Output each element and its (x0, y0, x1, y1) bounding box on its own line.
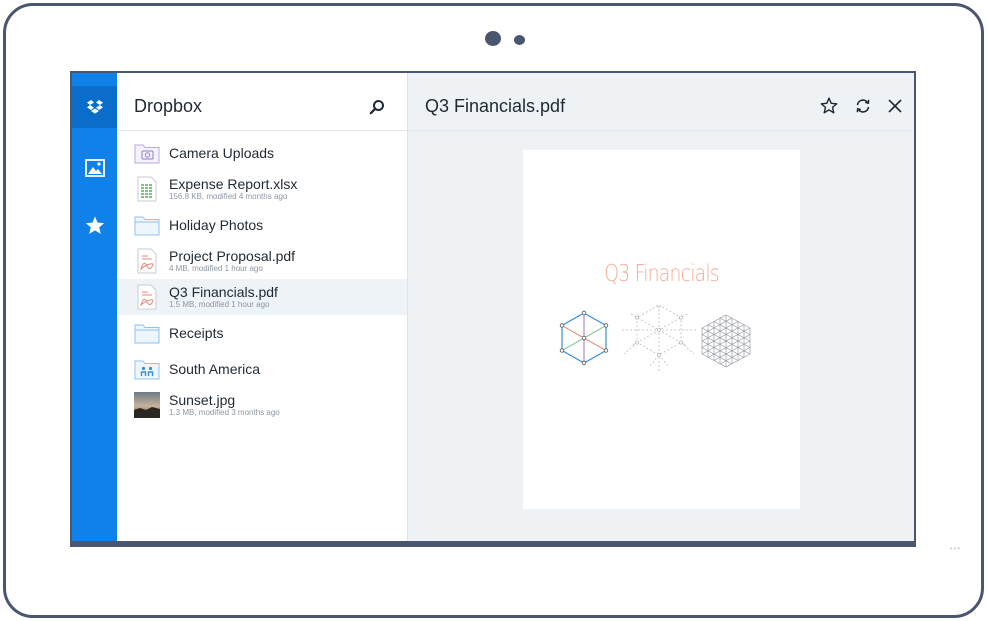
file-name: Holiday Photos (169, 217, 264, 233)
camera-folder-icon (134, 144, 160, 164)
file-row-receipts[interactable]: Receipts (117, 315, 407, 351)
file-name: Camera Uploads (169, 145, 275, 161)
file-meta: 4 MB, modified 1 hour ago (169, 264, 263, 273)
file-row-sunset[interactable]: Sunset.jpg 1.3 MB, modified 3 months ago (117, 387, 407, 423)
photos-icon (84, 159, 105, 177)
file-row-expense-report[interactable]: Expense Report.xlsx 156.8 KB, modified 4… (117, 171, 407, 207)
hexagon-illustration (559, 305, 751, 371)
file-text: Expense Report.xlsx 156.8 KB, modified 4… (169, 176, 297, 202)
shared-folder-icon (134, 360, 160, 380)
file-text: South America (169, 361, 260, 377)
spreadsheet-icon (137, 176, 157, 202)
image-thumbnail-icon (134, 392, 160, 418)
file-meta: 1.5 MB, modified 1 hour ago (169, 300, 270, 309)
pdf-icon (137, 248, 157, 274)
dropbox-logo-icon (86, 100, 103, 114)
viewer-title: Q3 Financials.pdf (425, 96, 566, 116)
file-name: Project Proposal.pdf (169, 248, 296, 264)
rail-item-favorites[interactable] (72, 204, 117, 246)
file-row-camera-uploads[interactable]: Camera Uploads (117, 135, 407, 171)
file-browser: Dropbox Camera Uploads Expense Report.xl… (117, 73, 408, 541)
file-name: Q3 Financials.pdf (169, 284, 278, 300)
document-viewer: Q3 Financials.pdf Q3 Financials (408, 73, 914, 541)
file-name: Expense Report.xlsx (169, 176, 298, 192)
nav-rail (72, 73, 117, 541)
search-icon[interactable] (369, 99, 385, 115)
dashed-hexagon-graphic (622, 305, 696, 371)
file-name: Receipts (169, 325, 224, 341)
file-text: Camera Uploads (169, 145, 274, 161)
file-list: Camera Uploads Expense Report.xlsx 156.8… (117, 135, 407, 423)
star-outline-icon[interactable] (820, 97, 838, 115)
screen-indicator-dots: ••• (949, 544, 961, 553)
file-browser-header: Dropbox (117, 73, 407, 131)
pdf-icon (137, 284, 157, 310)
file-row-q3-financials[interactable]: Q3 Financials.pdf 1.5 MB, modified 1 hou… (117, 279, 407, 315)
app-title: Dropbox (134, 96, 203, 116)
file-row-holiday-photos[interactable]: Holiday Photos (117, 207, 407, 243)
sync-icon[interactable] (854, 97, 872, 115)
pdf-page: Q3 Financials (523, 150, 800, 509)
file-text: Receipts (169, 325, 223, 341)
rail-item-photos[interactable] (72, 147, 117, 189)
file-meta: 156.8 KB, modified 4 months ago (169, 192, 288, 201)
rail-item-dropbox[interactable] (72, 86, 117, 128)
folder-icon (134, 216, 160, 236)
grid-hexagon-graphic (701, 314, 751, 368)
app-screen: Dropbox Camera Uploads Expense Report.xl… (70, 71, 916, 547)
file-meta: 1.3 MB, modified 3 months ago (169, 408, 280, 417)
file-row-south-america[interactable]: South America (117, 351, 407, 387)
close-icon[interactable] (886, 97, 904, 115)
document-title: Q3 Financials (604, 261, 719, 287)
file-text: Holiday Photos (169, 217, 263, 233)
file-name: Sunset.jpg (169, 392, 236, 408)
camera-sensor (514, 35, 525, 45)
file-name: South America (169, 361, 261, 377)
star-icon (85, 216, 104, 234)
camera-lens (485, 31, 501, 46)
viewer-header: Q3 Financials.pdf (408, 73, 914, 131)
file-text: Q3 Financials.pdf 1.5 MB, modified 1 hou… (169, 284, 278, 310)
file-row-project-proposal[interactable]: Project Proposal.pdf 4 MB, modified 1 ho… (117, 243, 407, 279)
file-text: Project Proposal.pdf 4 MB, modified 1 ho… (169, 248, 295, 274)
colored-hexagon-graphic (559, 310, 609, 366)
folder-icon (134, 324, 160, 344)
file-text: Sunset.jpg 1.3 MB, modified 3 months ago (169, 392, 280, 418)
